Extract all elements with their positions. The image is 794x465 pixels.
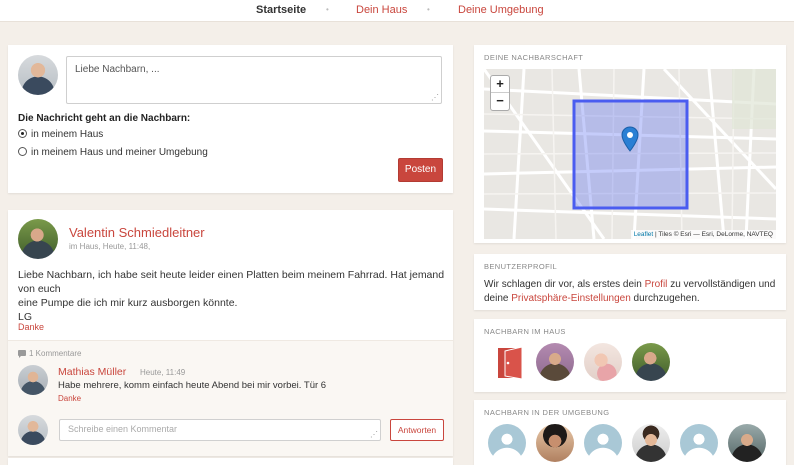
map-attribution: Leaflet | Tiles © Esri — Esri, DeLorme, …	[630, 230, 776, 239]
neighborhood-area	[572, 99, 689, 210]
attribution-text: | Tiles © Esri — Esri, DeLorme, NAVTEQ	[653, 231, 773, 238]
nav-separator: •	[427, 5, 430, 14]
neighbor-avatar-placeholder[interactable]	[680, 424, 718, 462]
radio-unselected-icon[interactable]	[18, 147, 27, 156]
user-profile-card: Benutzerprofil Wir schlagen dir vor, als…	[474, 254, 786, 310]
neighbor-avatar[interactable]	[632, 343, 670, 381]
nearby-neighbors-title: Nachbarn in der Umgebung	[484, 408, 610, 417]
tab-deine-umgebung[interactable]: Deine Umgebung	[458, 4, 544, 16]
neighbor-avatar[interactable]	[632, 424, 670, 462]
map-title: Deine Nachbarschaft	[484, 53, 584, 62]
comment-icon	[18, 350, 26, 358]
post-body-line: Liebe Nachbarn, ich habe seit heute leid…	[18, 269, 445, 295]
resize-handle-icon[interactable]: ⋰	[431, 93, 439, 102]
message-placeholder: Liebe Nachbarn, ...	[75, 64, 160, 75]
house-neighbors-title: Nachbarn im Haus	[484, 327, 566, 336]
neighbor-avatar[interactable]	[536, 343, 574, 381]
neighbor-avatar[interactable]	[584, 343, 622, 381]
resize-handle-icon[interactable]: ⋰	[370, 430, 378, 439]
author-avatar[interactable]	[18, 219, 58, 259]
post-body-line: LG	[18, 311, 33, 323]
post-body: Liebe Nachbarn, ich habe seit heute leid…	[18, 268, 448, 324]
message-input[interactable]: Liebe Nachbarn, ... ⋰	[66, 56, 442, 104]
radio-label: in meinem Haus und meiner Umgebung	[31, 147, 208, 158]
user-avatar	[18, 55, 58, 95]
author-name[interactable]: Valentin Schmiedleitner	[69, 225, 205, 240]
neighbors-in-house-card: Nachbarn im Haus	[474, 319, 786, 392]
comment-input[interactable]: Schreibe einen Kommentar ⋰	[59, 419, 381, 441]
comment-count-label: 1 Kommentare	[29, 349, 82, 358]
new-message-card: Liebe Nachbarn, ... ⋰ Die Nachricht geht…	[8, 45, 453, 193]
open-door-icon[interactable]	[492, 343, 530, 381]
post-meta: im Haus, Heute, 11:48,	[69, 242, 151, 251]
radio-selected-icon[interactable]	[18, 129, 27, 138]
post-card: Valentin Schmiedleitner im Haus, Heute, …	[8, 210, 453, 456]
map-marker-icon[interactable]	[621, 126, 639, 152]
neighbor-avatar-placeholder[interactable]	[584, 424, 622, 462]
neighbor-avatar-placeholder[interactable]	[488, 424, 526, 462]
tab-startseite[interactable]: Startseite	[256, 4, 306, 16]
thanks-link[interactable]: Danke	[18, 322, 44, 332]
zoom-in-button[interactable]: +	[491, 76, 509, 93]
neighbor-avatar[interactable]	[728, 424, 766, 462]
zoom-controls: + −	[490, 75, 510, 111]
profile-title: Benutzerprofil	[484, 262, 558, 271]
neighborhood-map-card: Deine Nachbarschaft + − Leaflet | Ti	[474, 45, 786, 243]
comment-time: Heute, 11:49	[140, 368, 186, 377]
radio-label: in meinem Haus	[31, 129, 104, 140]
comment-text: Habe mehrere, komm einfach heute Abend b…	[58, 380, 327, 391]
reply-button[interactable]: Antworten	[390, 419, 444, 441]
neighborhood-map[interactable]: + − Leaflet | Tiles © Esri — Esri, DeLor…	[484, 69, 776, 239]
post-button[interactable]: Posten	[398, 158, 443, 182]
profile-suggestion: Wir schlagen dir vor, als erstes dein Pr…	[484, 278, 779, 306]
neighbor-avatar[interactable]	[536, 424, 574, 462]
neighbors-nearby-card: Nachbarn in der Umgebung	[474, 400, 786, 465]
commenter-avatar[interactable]	[18, 365, 48, 395]
recipients-label: Die Nachricht geht an die Nachbarn:	[18, 113, 191, 124]
commenter-name[interactable]: Mathias Müller	[58, 366, 126, 378]
privacy-settings-link[interactable]: Privatsphäre-Einstellungen	[511, 293, 631, 304]
radio-option-haus-umgebung[interactable]: in meinem Haus und meiner Umgebung	[18, 147, 208, 158]
zoom-out-button[interactable]: −	[491, 93, 509, 110]
top-navigation: Startseite • Dein Haus • Deine Umgebung	[0, 0, 794, 22]
post-body-line: eine Pumpe die ich mir kurz ausborgen kö…	[18, 297, 238, 309]
tab-dein-haus[interactable]: Dein Haus	[356, 4, 407, 16]
profile-link[interactable]: Profil	[645, 279, 668, 290]
next-post-card	[8, 458, 453, 465]
user-avatar	[18, 415, 48, 445]
comment-thanks-link[interactable]: Danke	[58, 394, 81, 403]
comments-section: 1 Kommentare Mathias Müller Heute, 11:49…	[8, 340, 453, 456]
comment-placeholder: Schreibe einen Kommentar	[68, 424, 178, 434]
profile-text: durchzugehen.	[630, 293, 700, 304]
leaflet-link[interactable]: Leaflet	[634, 231, 654, 238]
radio-option-haus[interactable]: in meinem Haus	[18, 129, 103, 140]
comment-count: 1 Kommentare	[18, 349, 81, 358]
nav-separator: •	[326, 5, 329, 14]
profile-text: Wir schlagen dir vor, als erstes dein	[484, 279, 645, 290]
map-tiles	[484, 69, 776, 239]
